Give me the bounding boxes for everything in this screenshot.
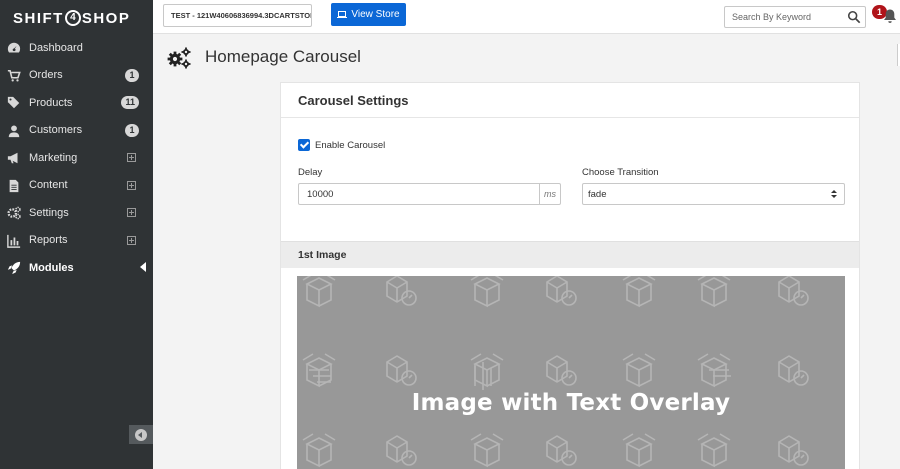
sidebar-item-label: Settings [29, 206, 69, 219]
customers-count-badge: 1 [125, 123, 139, 137]
bar-chart-icon [7, 234, 21, 248]
sidebar-item-label: Content [29, 179, 68, 192]
arrow-left-circle-icon [135, 428, 147, 441]
sidebar-item-label: Dashboard [29, 41, 83, 54]
cogs-icon [7, 206, 21, 220]
sidebar: SHIFT 4 SHOP Dashboard Orders 1 Products 1… [0, 0, 153, 469]
expand-icon[interactable] [127, 153, 136, 162]
collapse-sidebar-button[interactable] [129, 425, 153, 444]
carousel-settings-panel: Carousel Settings Enable Carousel Delay … [280, 82, 860, 469]
rocket-icon [7, 261, 21, 275]
sidebar-item-marketing[interactable]: Marketing [0, 144, 153, 172]
sidebar-item-orders[interactable]: Orders 1 [0, 62, 153, 90]
enable-carousel-label: Enable Carousel [315, 139, 386, 151]
brand-logo[interactable]: SHIFT 4 SHOP [13, 8, 130, 28]
delay-value: 10000 [307, 189, 334, 200]
active-caret-icon [140, 262, 146, 272]
sidebar-item-content[interactable]: Content [0, 172, 153, 200]
sidebar-item-label: Reports [29, 234, 68, 247]
delay-field[interactable]: 10000 ms [298, 183, 561, 205]
sidebar-item-settings[interactable]: Settings [0, 199, 153, 227]
enable-carousel-checkbox[interactable] [298, 139, 310, 151]
image-section-title: 1st Image [298, 249, 347, 261]
sidebar-item-dashboard[interactable]: Dashboard [0, 34, 153, 62]
panel-header: Carousel Settings [281, 83, 859, 118]
brand-mark: 4 [64, 10, 81, 26]
sidebar-nav: Dashboard Orders 1 Products 11 Customers… [0, 34, 153, 282]
top-bar: TEST - 121W40606836994.3DCARTSTORES.COM … [153, 0, 900, 34]
view-store-button[interactable]: View Store [331, 3, 406, 26]
boxes-pattern-icon [302, 276, 809, 469]
bullhorn-icon [7, 152, 18, 164]
sidebar-item-label: Marketing [29, 151, 78, 164]
transition-value: fade [588, 189, 607, 200]
view-store-label: View Store [351, 9, 400, 20]
panel-title: Carousel Settings [298, 93, 409, 108]
expand-icon[interactable] [127, 208, 136, 217]
enable-carousel-row: Enable Carousel [298, 139, 385, 151]
sidebar-item-label: Modules [29, 261, 74, 274]
search-icon[interactable] [847, 10, 861, 24]
laptop-icon [337, 10, 348, 19]
sidebar-item-customers[interactable]: Customers 1 [0, 117, 153, 145]
brand-right-text: SHOP [81, 9, 131, 27]
gears-icon [167, 47, 191, 69]
search-input[interactable] [725, 7, 843, 27]
tags-icon [7, 96, 20, 109]
expand-icon[interactable] [127, 180, 136, 190]
delay-label: Delay [298, 167, 323, 178]
cart-icon [7, 69, 21, 82]
dashboard-icon [7, 42, 21, 53]
select-arrows-icon [831, 190, 837, 199]
sidebar-item-products[interactable]: Products 11 [0, 89, 153, 117]
bell-icon[interactable] [883, 8, 897, 24]
sidebar-item-modules[interactable]: Modules [0, 254, 153, 282]
orders-count-badge: 1 [125, 68, 139, 82]
image-overlay-text: Image with Text Overlay [411, 390, 731, 416]
products-count-badge: 11 [121, 96, 139, 109]
user-icon [8, 124, 20, 137]
brand-left-text: SHIFT [13, 9, 64, 27]
delay-unit-addon: ms [539, 184, 560, 204]
transition-select[interactable]: fade [582, 183, 845, 205]
image-section-header: 1st Image [281, 241, 859, 268]
sidebar-item-reports[interactable]: Reports [0, 227, 153, 255]
carousel-image-preview[interactable]: Image with Text Overlay [297, 276, 845, 469]
search-box [724, 6, 866, 28]
file-icon [9, 179, 19, 192]
sidebar-item-label: Products [29, 96, 73, 109]
sidebar-item-label: Orders [29, 69, 63, 82]
page-title: Homepage Carousel [205, 47, 361, 66]
sidebar-item-label: Customers [29, 124, 83, 137]
transition-label: Choose Transition [582, 167, 659, 178]
expand-icon[interactable] [127, 235, 136, 245]
store-id-selector[interactable]: TEST - 121W40606836994.3DCARTSTORES.COM [163, 4, 312, 27]
